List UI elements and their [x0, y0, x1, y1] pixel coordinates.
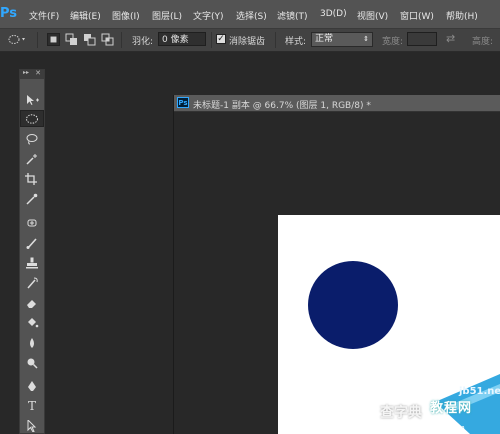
- document-tab[interactable]: Ps 未标题-1 副本 @ 66.7% (图层 1, RGB/8) *: [174, 95, 500, 112]
- path-selection-tool-icon[interactable]: [20, 417, 44, 434]
- menu-help[interactable]: 帮助(H): [446, 9, 478, 22]
- menu-filter[interactable]: 滤镜(T): [277, 9, 308, 22]
- close-icon[interactable]: ✕: [35, 69, 41, 77]
- ps-document-icon: Ps: [177, 97, 189, 108]
- lasso-tool-icon[interactable]: [20, 130, 44, 147]
- separator: [211, 32, 212, 48]
- feather-label: 羽化:: [132, 37, 154, 47]
- document-title: 未标题-1 副本 @ 66.7% (图层 1, RGB/8) *: [193, 101, 371, 111]
- antialias-label: 消除锯齿: [229, 37, 266, 47]
- menu-3d[interactable]: 3D(D): [320, 9, 347, 19]
- menu-bar: Ps 文件(F) 编辑(E) 图像(I) 图层(L) 文字(Y) 选择(S) 滤…: [0, 0, 500, 29]
- watermark-chazidian: 查字典: [380, 405, 422, 421]
- watermark: jb51.net 教程网 查字典 jiaocheng.chazidian.com: [340, 362, 500, 434]
- move-tool-icon[interactable]: [20, 91, 44, 108]
- separator: [121, 32, 122, 48]
- healing-brush-tool-icon[interactable]: [20, 214, 44, 231]
- watermark-brand: 教程网: [430, 401, 473, 416]
- brush-tool-icon[interactable]: [20, 234, 44, 251]
- dodge-tool-icon[interactable]: [20, 354, 44, 371]
- collapse-icon[interactable]: ▸▸: [23, 69, 29, 76]
- history-brush-tool-icon[interactable]: [20, 274, 44, 291]
- app-logo: Ps: [0, 6, 18, 21]
- elliptical-marquee-preset-icon[interactable]: [7, 33, 27, 46]
- subtract-from-selection-icon[interactable]: [83, 33, 96, 46]
- quick-selection-tool-icon[interactable]: [20, 150, 44, 167]
- menu-window[interactable]: 窗口(W): [400, 9, 434, 22]
- style-label: 样式:: [285, 37, 307, 47]
- chevron-updown-icon: ⇕: [363, 35, 369, 43]
- options-bar: 羽化: 0 像素 ✓ 消除锯齿 样式: 正常 ⇕ 宽度: ⇄ 高度:: [0, 29, 500, 52]
- menu-image[interactable]: 图像(I): [112, 9, 140, 22]
- width-label: 宽度:: [382, 37, 404, 47]
- antialias-checkbox[interactable]: ✓: [216, 34, 226, 44]
- separator: [37, 32, 38, 48]
- menu-view[interactable]: 视图(V): [357, 9, 388, 22]
- separator: [275, 32, 276, 48]
- tools-panel: ▸▸ ✕ T: [19, 69, 45, 434]
- add-to-selection-icon[interactable]: [65, 33, 78, 46]
- tools-panel-header[interactable]: ▸▸ ✕: [20, 69, 44, 79]
- eraser-tool-icon[interactable]: [20, 294, 44, 311]
- menu-file[interactable]: 文件(F): [29, 9, 59, 22]
- watermark-site: jb51.net: [459, 386, 500, 397]
- style-select[interactable]: 正常 ⇕: [311, 32, 373, 47]
- paint-bucket-tool-icon[interactable]: [20, 314, 44, 331]
- crop-tool-icon[interactable]: [20, 170, 44, 187]
- pen-tool-icon[interactable]: [20, 377, 44, 394]
- feather-input[interactable]: 0 像素: [158, 32, 206, 46]
- height-label: 高度:: [472, 37, 494, 47]
- menu-edit[interactable]: 编辑(E): [70, 9, 101, 22]
- navy-circle-shape: [308, 261, 398, 349]
- clone-stamp-tool-icon[interactable]: [20, 254, 44, 271]
- blur-tool-icon[interactable]: [20, 334, 44, 351]
- type-tool-icon[interactable]: T: [20, 397, 44, 414]
- watermark-url: jiaocheng.chazidian.com: [378, 424, 465, 432]
- new-selection-icon[interactable]: [47, 33, 60, 46]
- elliptical-marquee-tool-icon[interactable]: [20, 110, 44, 127]
- swap-icon[interactable]: ⇄: [446, 32, 455, 45]
- menu-layer[interactable]: 图层(L): [152, 9, 182, 22]
- menu-type[interactable]: 文字(Y): [193, 9, 224, 22]
- style-select-value: 正常: [315, 34, 334, 44]
- eyedropper-tool-icon[interactable]: [20, 190, 44, 207]
- menu-select[interactable]: 选择(S): [236, 9, 267, 22]
- width-input[interactable]: [407, 32, 437, 46]
- intersect-selection-icon[interactable]: [101, 33, 114, 46]
